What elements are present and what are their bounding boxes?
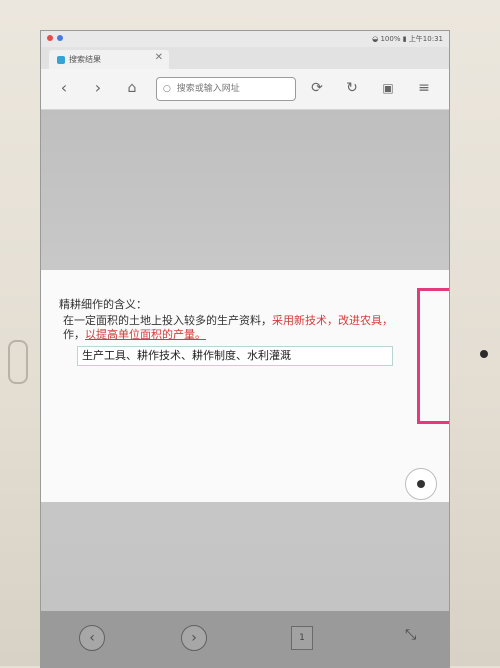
clock: 上午10:31 — [408, 35, 443, 43]
menu-icon[interactable]: ≡ — [413, 77, 435, 99]
next-icon[interactable]: › — [181, 625, 207, 651]
front-camera — [480, 350, 488, 358]
tab-search-results[interactable]: 搜索结果 ✕ — [49, 50, 169, 69]
battery-icon: ▮ — [402, 35, 407, 43]
line2-prefix: 作， — [63, 328, 85, 341]
home-icon[interactable]: ⌂ — [121, 77, 143, 99]
status-bar: ◒ 100% ▮ 上午10:31 — [41, 31, 449, 47]
tabs-button[interactable]: 1 — [291, 626, 313, 650]
answer-box: 生产工具、耕作技术、耕作制度、水利灌溉 — [77, 346, 393, 366]
floating-button[interactable] — [405, 468, 437, 500]
bottom-nav-bar: ‹ › 1 ⤡ — [41, 611, 449, 667]
blue-status-icon — [57, 35, 64, 41]
section-title: 精耕细作的含义： — [59, 298, 147, 311]
favicon-icon — [57, 55, 65, 64]
wifi-icon: ◒ — [372, 35, 379, 43]
line1-prefix: 在一定面积的土地上投入较多的生产资料， — [63, 314, 272, 327]
highlight-box — [417, 288, 449, 424]
forward-icon[interactable]: › — [87, 77, 109, 99]
back-icon[interactable]: ‹ — [53, 77, 75, 99]
search-input[interactable]: ○ 搜索或输入网址 — [156, 77, 296, 101]
home-hardware-button[interactable] — [8, 340, 28, 384]
prev-icon[interactable]: ‹ — [79, 625, 105, 651]
content-card: 精耕细作的含义： 在一定面积的土地上投入较多的生产资料，采用新技术，改进农具， … — [41, 270, 449, 502]
tab-title: 搜索结果 — [69, 55, 101, 64]
search-icon: ○ — [163, 84, 171, 94]
reload-icon[interactable]: ↻ — [341, 77, 363, 99]
close-icon[interactable]: ✕ — [155, 52, 163, 63]
web-page-viewport: 精耕细作的含义： 在一定面积的土地上投入较多的生产资料，采用新技术，改进农具， … — [41, 110, 449, 640]
red-status-icon — [47, 35, 53, 41]
definition-text: 在一定面积的土地上投入较多的生产资料，采用新技术，改进农具， 作，以提高单位面积… — [63, 314, 443, 342]
status-dots — [47, 35, 65, 43]
device-screen: ◒ 100% ▮ 上午10:31 搜索结果 ✕ ‹ › ⌂ ○ 搜索或输入网址 … — [40, 30, 450, 668]
bag-icon[interactable]: ▣ — [377, 77, 399, 99]
search-placeholder: 搜索或输入网址 — [176, 84, 240, 94]
browser-toolbar: ‹ › ⌂ ○ 搜索或输入网址 ⟳ ↻ ▣ ≡ — [41, 69, 449, 110]
tab-strip: 搜索结果 ✕ — [41, 47, 449, 70]
line2-red: 以提高单位面积的产量。 — [85, 328, 206, 341]
battery-level: 100% — [380, 35, 401, 43]
refresh-icon[interactable]: ⟳ — [306, 77, 328, 99]
fullscreen-icon[interactable]: ⤡ — [405, 627, 416, 643]
line1-red: 采用新技术，改进农具， — [272, 314, 393, 327]
status-right: ◒ 100% ▮ 上午10:31 — [372, 34, 443, 44]
